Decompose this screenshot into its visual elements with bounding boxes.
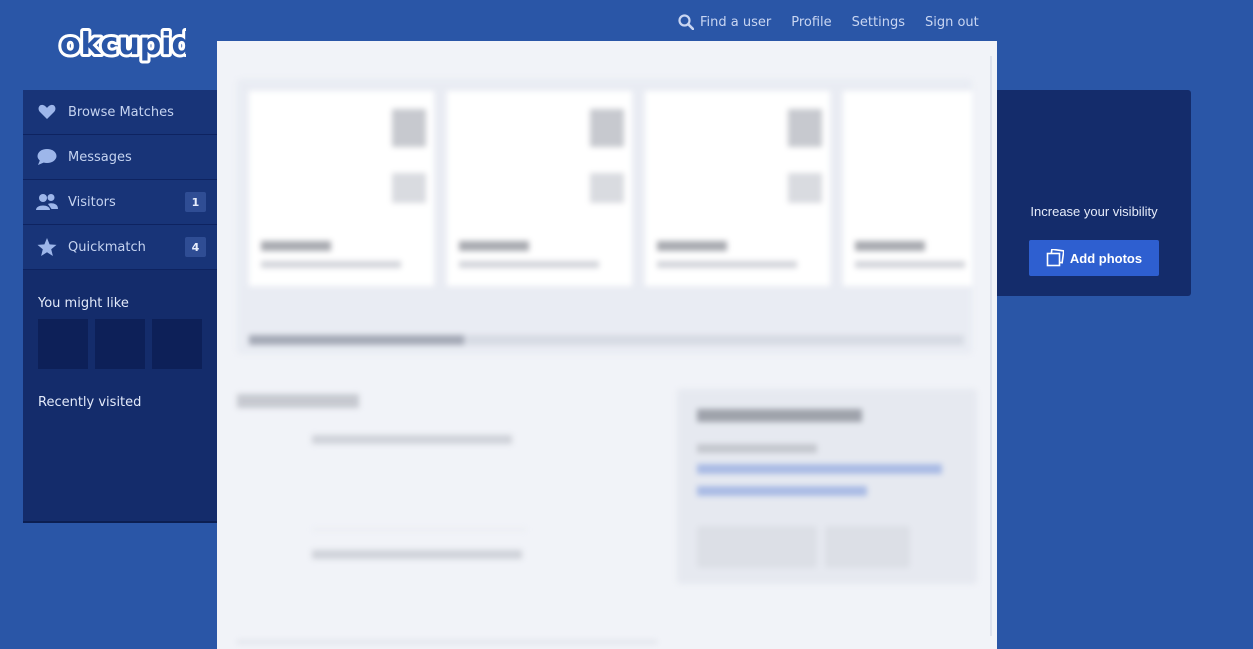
match-card[interactable] [447,91,632,286]
visibility-promo: Increase your visibility Add photos [997,90,1191,296]
find-user-label: Find a user [700,14,772,30]
visibility-promo-text: Increase your visibility [1030,204,1158,219]
logo-text: okcupid [60,27,186,62]
profile-link[interactable]: Profile [791,15,831,30]
top-navigation: Find a user Profile Settings Sign out [678,11,979,33]
sidebar-item-quickmatch[interactable]: Quickmatch 4 [23,225,217,270]
activity-item-placeholder [312,435,512,444]
match-card[interactable] [843,91,972,286]
chat-bubble-icon [36,146,58,168]
settings-link[interactable]: Settings [852,15,905,30]
sign-out-link[interactable]: Sign out [925,15,979,30]
card-meta-placeholder [261,261,401,268]
card-photo-secondary [590,173,624,203]
find-user-link[interactable]: Find a user [678,14,771,30]
activity-divider [312,529,527,530]
card-link-placeholder[interactable] [697,464,942,474]
logo-mark: okcupid okcupid [57,24,196,65]
match-card[interactable] [645,91,830,286]
card-name-placeholder [261,241,331,251]
card-link-placeholder[interactable] [697,486,867,496]
heart-icon [36,101,58,123]
card-subtitle-placeholder [697,444,817,453]
suggested-profile-thumbnail[interactable] [152,319,202,369]
sidebar-item-label: Quickmatch [68,239,146,255]
improve-card-placeholder [677,389,977,584]
card-meta-placeholder [657,261,797,268]
card-button-placeholder[interactable] [697,526,817,568]
match-card[interactable] [249,91,434,286]
main-content-panel [217,41,997,649]
card-photo [788,109,822,147]
card-name-placeholder [459,241,529,251]
sidebar-item-browse-matches[interactable]: Browse Matches [23,90,217,135]
add-photos-label: Add photos [1069,250,1143,266]
card-meta-placeholder [459,261,599,268]
visitors-count-badge: 1 [185,192,206,212]
star-icon [36,236,58,258]
sidebar-item-label: Browse Matches [68,104,174,120]
card-photo-secondary [788,173,822,203]
left-sidebar: Browse Matches Messages Visitors 1 Quick… [23,90,217,523]
suggested-thumbnails [38,319,217,369]
search-icon [678,14,694,30]
sign-out-label: Sign out [924,14,979,30]
match-carousel [237,79,972,354]
add-photos-button[interactable]: Add photos [1029,240,1159,276]
photos-icon [1046,249,1064,267]
card-photo [392,109,426,147]
card-name-placeholder [657,241,727,251]
quickmatch-count-badge: 4 [185,237,206,257]
card-button-placeholder[interactable] [825,526,910,568]
card-meta-placeholder [855,261,965,268]
carousel-scroll-thumb[interactable] [249,335,464,345]
recently-visited-heading: Recently visited [38,395,142,410]
panel-scrollbar[interactable] [990,56,992,636]
okcupid-logo[interactable]: okcupid okcupid [57,20,196,70]
suggested-profile-thumbnail[interactable] [38,319,88,369]
section-divider [237,641,657,643]
suggested-profile-thumbnail[interactable] [95,319,145,369]
activity-item-placeholder [312,550,522,559]
sidebar-item-label: Messages [68,149,132,165]
card-photo [590,109,624,147]
card-photo-secondary [392,173,426,203]
people-icon [36,191,58,213]
profile-label: Profile [791,14,832,30]
card-name-placeholder [855,241,925,251]
you-might-like-heading: You might like [38,296,129,311]
carousel-scrollbar[interactable] [249,335,964,345]
blurred-content [217,41,997,649]
card-title-placeholder [697,409,862,422]
sidebar-item-visitors[interactable]: Visitors 1 [23,180,217,225]
sidebar-item-messages[interactable]: Messages [23,135,217,180]
settings-label: Settings [851,14,905,30]
sidebar-item-label: Visitors [68,194,116,210]
recent-activity-heading-placeholder [237,394,359,408]
